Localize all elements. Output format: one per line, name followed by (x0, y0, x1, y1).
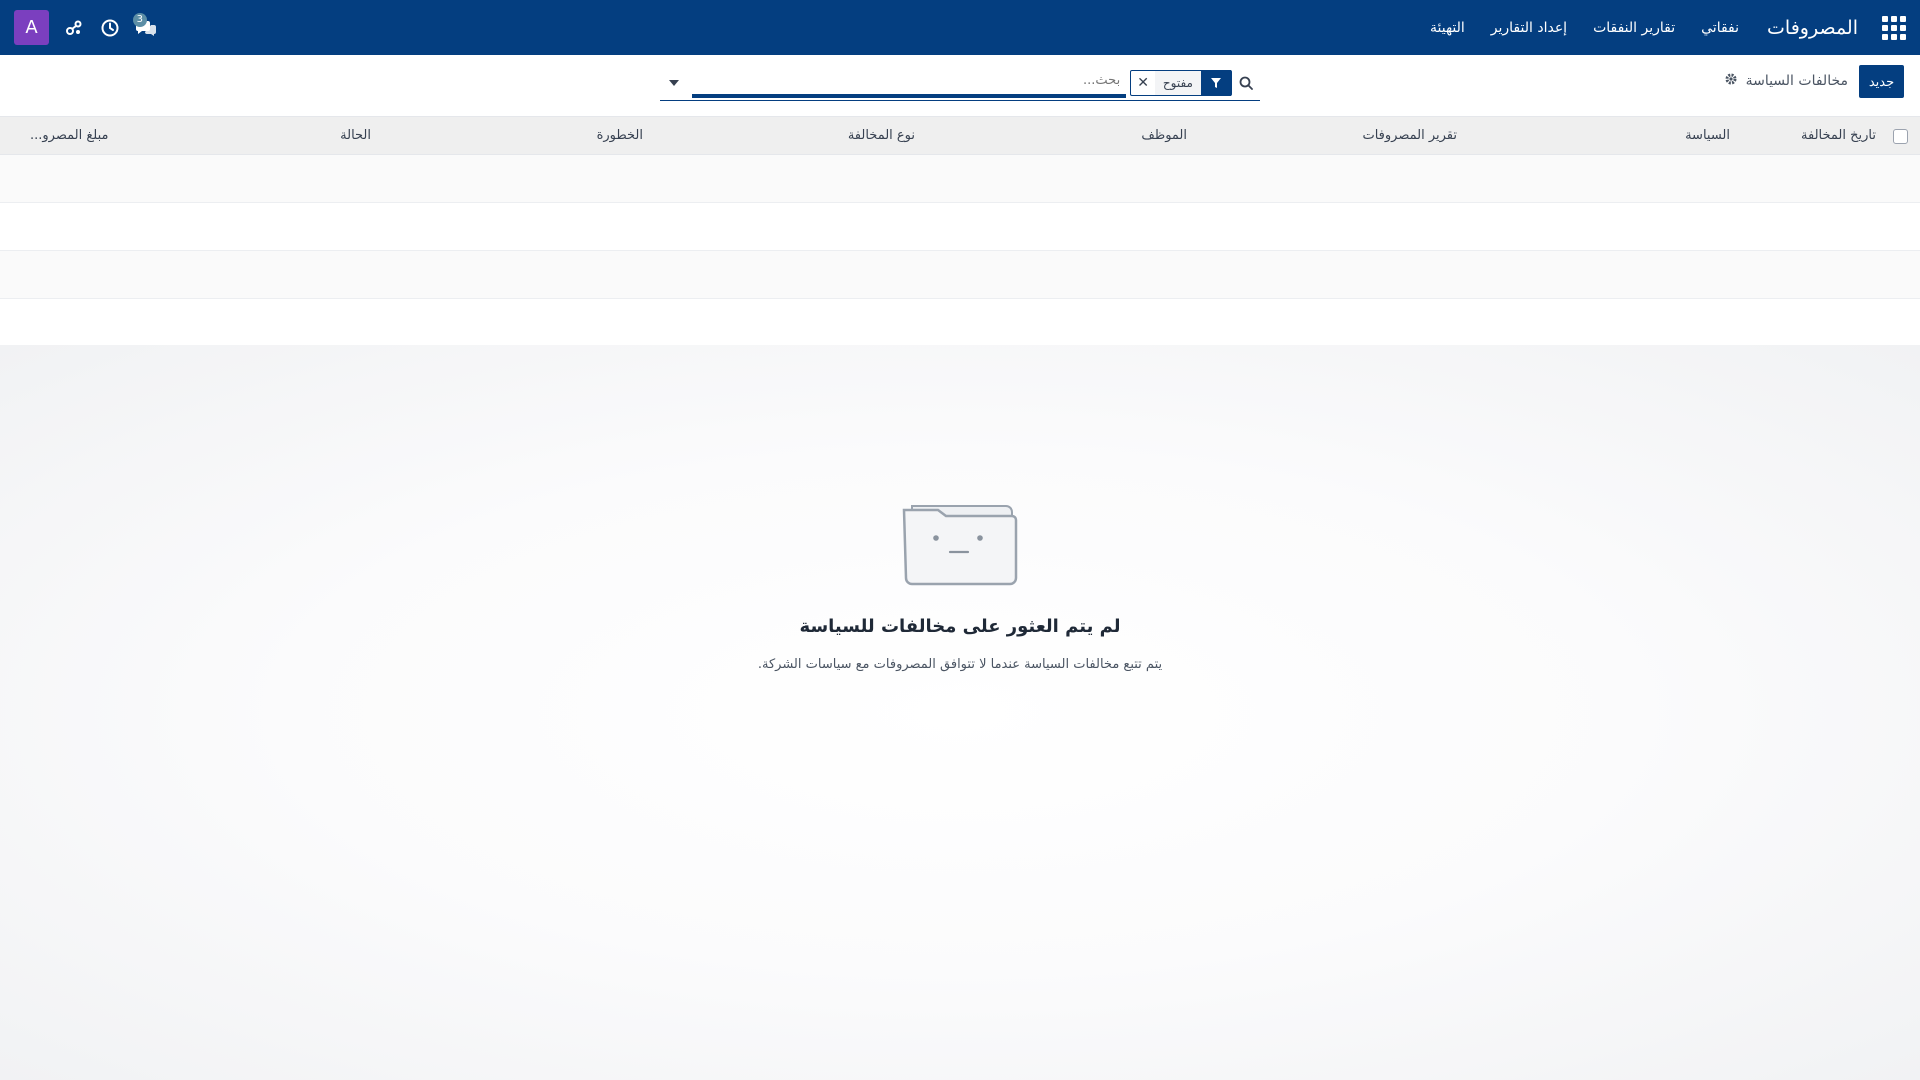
table-row (0, 299, 1920, 347)
menu-expense-reports[interactable]: تقارير النفقات (1593, 20, 1675, 36)
new-button[interactable]: جديد (1859, 65, 1904, 98)
col-employee[interactable]: الموظف (1141, 117, 1187, 155)
filter-icon (1201, 69, 1231, 96)
empty-backdrop (0, 345, 1920, 1080)
menu-my-expenses[interactable]: نفقاتي (1701, 20, 1739, 36)
col-expense-amount[interactable]: مبلغ المصرو... (30, 117, 108, 155)
col-policy[interactable]: السياسة (1685, 117, 1730, 155)
apps-grid-icon[interactable] (1882, 15, 1906, 40)
col-severity[interactable]: الخطورة (597, 117, 643, 155)
menu-configuration[interactable]: التهيئة (1430, 20, 1465, 36)
control-panel: جديد مخالفات السياسة مفتوح ✕ (0, 55, 1920, 117)
user-avatar[interactable]: A (14, 10, 49, 45)
col-violation-type[interactable]: نوع المخالفة (848, 117, 915, 155)
breadcrumb: مخالفات السياسة (1724, 72, 1848, 90)
search-icon[interactable] (1232, 76, 1260, 90)
search-facet[interactable]: مفتوح ✕ (1130, 69, 1232, 96)
chevron-down-icon[interactable] (660, 79, 688, 86)
gear-icon[interactable] (1724, 72, 1738, 90)
table-row (0, 155, 1920, 203)
app-name[interactable]: المصروفات (1767, 17, 1858, 39)
menu-reporting[interactable]: إعداد التقارير (1491, 20, 1567, 36)
messages-icon[interactable]: 3 (132, 12, 157, 39)
table-row (0, 251, 1920, 299)
facet-label: مفتوح (1154, 70, 1201, 95)
table-header: تاريخ المخالفة السياسة تقرير المصروفات ا… (0, 117, 1920, 155)
page-title: مخالفات السياسة (1745, 73, 1848, 89)
connectors-icon[interactable] (63, 17, 85, 39)
clock-icon[interactable] (99, 17, 121, 39)
select-all-checkbox[interactable] (1893, 129, 1908, 144)
table-body (0, 155, 1920, 347)
empty-description: يتم تتبع مخالفات السياسة عندما لا تتوافق… (757, 657, 1163, 672)
col-status[interactable]: الحالة (340, 117, 371, 155)
table-row (0, 203, 1920, 251)
empty-title: لم يتم العثور على مخالفات للسياسة (799, 616, 1121, 637)
empty-folder-icon (900, 500, 1020, 590)
col-expense-report[interactable]: تقرير المصروفات (1362, 117, 1457, 155)
messages-badge: 3 (132, 12, 147, 27)
search-bar: مفتوح ✕ (660, 65, 1260, 101)
empty-state: لم يتم العثور على مخالفات للسياسة يتم تت… (0, 500, 1920, 672)
search-input[interactable] (692, 67, 1127, 98)
col-violation-date[interactable]: تاريخ المخالفة (1801, 117, 1876, 155)
top-navbar: المصروفات نفقاتي تقارير النفقات إعداد ال… (0, 0, 1920, 55)
close-icon[interactable]: ✕ (1131, 71, 1155, 95)
